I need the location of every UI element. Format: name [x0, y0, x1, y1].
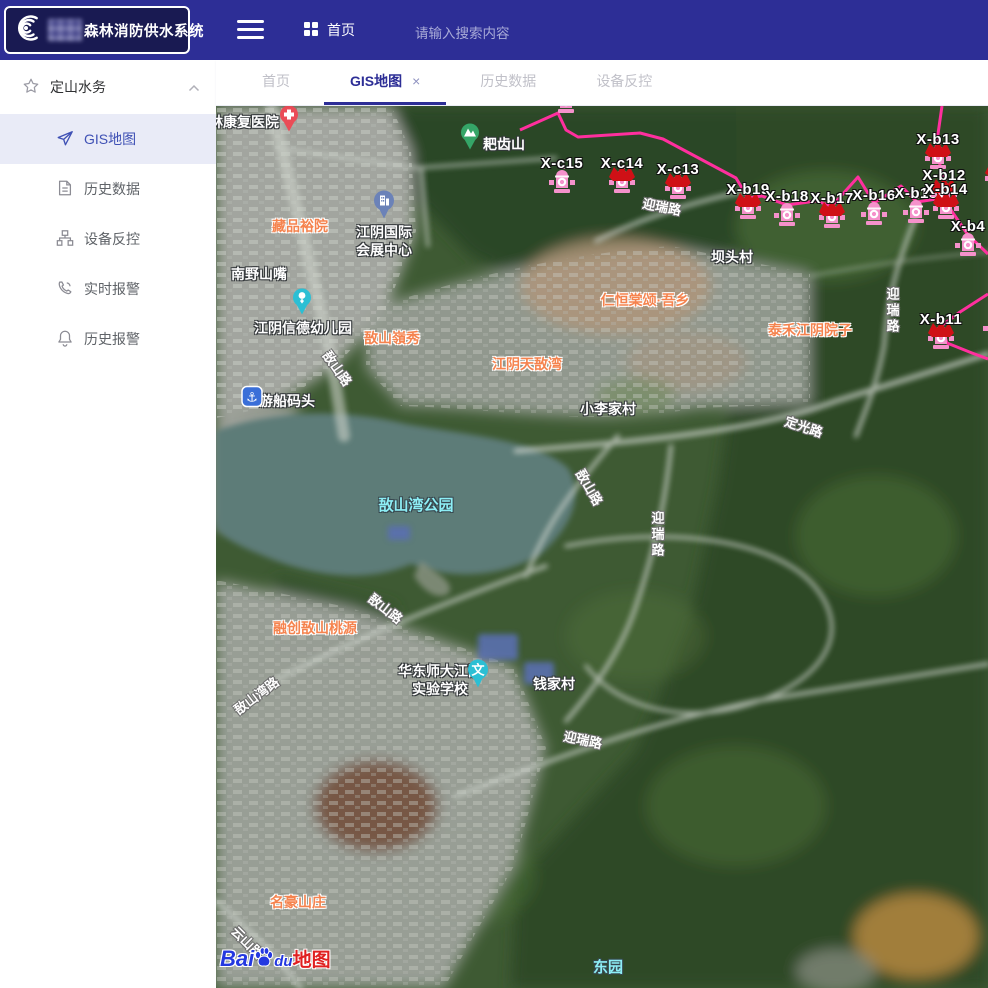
chevron-up-icon — [188, 79, 200, 95]
sidebar-item-label: GIS地图 — [84, 129, 136, 149]
fire-hydrant-icon[interactable] — [983, 159, 988, 198]
star-icon — [22, 77, 40, 98]
hydrant-label: X-b13 — [916, 131, 959, 148]
hydrant-label: X-c15 — [541, 155, 584, 172]
sidebar-item-label: 历史数据 — [84, 179, 140, 199]
hydrant-label: X-b16 — [852, 187, 895, 204]
sidebar-item-history-data[interactable]: 历史数据 — [0, 164, 216, 214]
app-logo: 森林消防供水系统 — [4, 6, 190, 54]
tab-label: 设备反控 — [596, 71, 652, 91]
app-header: 森林消防供水系统 首页 请输入搜索内容 — [0, 0, 988, 60]
tab-label: 首页 — [262, 71, 290, 91]
sitemap-icon — [56, 229, 74, 250]
baidu-logo-suffix: 地图 — [293, 950, 331, 971]
search-input[interactable]: 请输入搜索内容 — [415, 22, 510, 42]
sidebar-item-device-control[interactable]: 设备反控 — [0, 214, 216, 264]
bell-icon — [56, 329, 74, 350]
tab-label: GIS地图 — [350, 71, 402, 91]
map-markers-layer: X-c15X-c14X-c13X-b19X-b18X-b17X-b16X-b15… — [216, 106, 988, 988]
hydrant-label: X-b17 — [810, 190, 853, 207]
sidebar-item-realtime-alarm[interactable]: 实时报警 — [0, 264, 216, 314]
hydrant-label: X-b18 — [765, 188, 808, 205]
hydrant-label: X-b4 — [951, 218, 986, 235]
sidebar-group-label: 定山水务 — [50, 77, 188, 97]
map-attribution-logo: Bai du地图 — [220, 946, 331, 974]
tab-device-control[interactable]: 设备反控 — [570, 60, 678, 105]
baidu-logo-text2: du — [274, 953, 292, 970]
document-icon — [56, 179, 74, 200]
tab-close-icon[interactable]: × — [412, 73, 420, 89]
dashboard-grid-icon — [303, 21, 319, 40]
tab-label: 历史数据 — [480, 71, 536, 91]
sidebar-item-label: 实时报警 — [84, 279, 140, 299]
baidu-paw-icon — [252, 946, 276, 974]
tab-home[interactable]: 首页 — [236, 60, 316, 105]
hydrant-label: X-c13 — [657, 161, 700, 178]
baidu-logo-text: Bai — [220, 946, 254, 971]
sidebar-item-label: 历史报警 — [84, 329, 140, 349]
sidebar-item-history-alarm[interactable]: 历史报警 — [0, 314, 216, 364]
app-title: 森林消防供水系统 — [84, 20, 204, 41]
sidebar-item-gis-map[interactable]: GIS地图 — [0, 114, 216, 164]
redacted-logo-text — [48, 19, 82, 41]
header-home-label: 首页 — [327, 20, 355, 40]
sidebar-group-dingshan[interactable]: 定山水务 — [0, 60, 216, 114]
tab-gis-map[interactable]: GIS地图 × — [324, 60, 446, 105]
hydrant-label: X-b19 — [726, 181, 769, 198]
gis-map-canvas[interactable]: 林康复医院耙齿山藏品裕院江阴国际会展中心南野山嘴江阴信德幼儿园敔山嶺秀江阴天敔湾… — [216, 106, 988, 988]
send-icon — [56, 129, 74, 150]
hydrant-label: X-b14 — [924, 181, 967, 198]
fire-hydrant-icon[interactable] — [981, 309, 988, 348]
logo-signal-icon — [14, 11, 44, 50]
sidebar: 定山水务 GIS地图 历史数据 设备反控 — [0, 60, 216, 988]
tab-bar: 首页 GIS地图 × 历史数据 设备反控 — [216, 60, 988, 106]
header-home-link[interactable]: 首页 — [303, 18, 355, 42]
tab-history-data[interactable]: 历史数据 — [454, 60, 562, 105]
fire-hydrant-icon[interactable] — [551, 106, 581, 122]
phone-icon — [56, 279, 74, 300]
collapse-menu-icon[interactable] — [237, 20, 264, 40]
hydrant-label: X-c14 — [601, 155, 644, 172]
sidebar-item-label: 设备反控 — [84, 229, 140, 249]
app-window: 森林消防供水系统 首页 请输入搜索内容 — [0, 0, 988, 988]
hydrant-label: X-b11 — [920, 311, 963, 328]
